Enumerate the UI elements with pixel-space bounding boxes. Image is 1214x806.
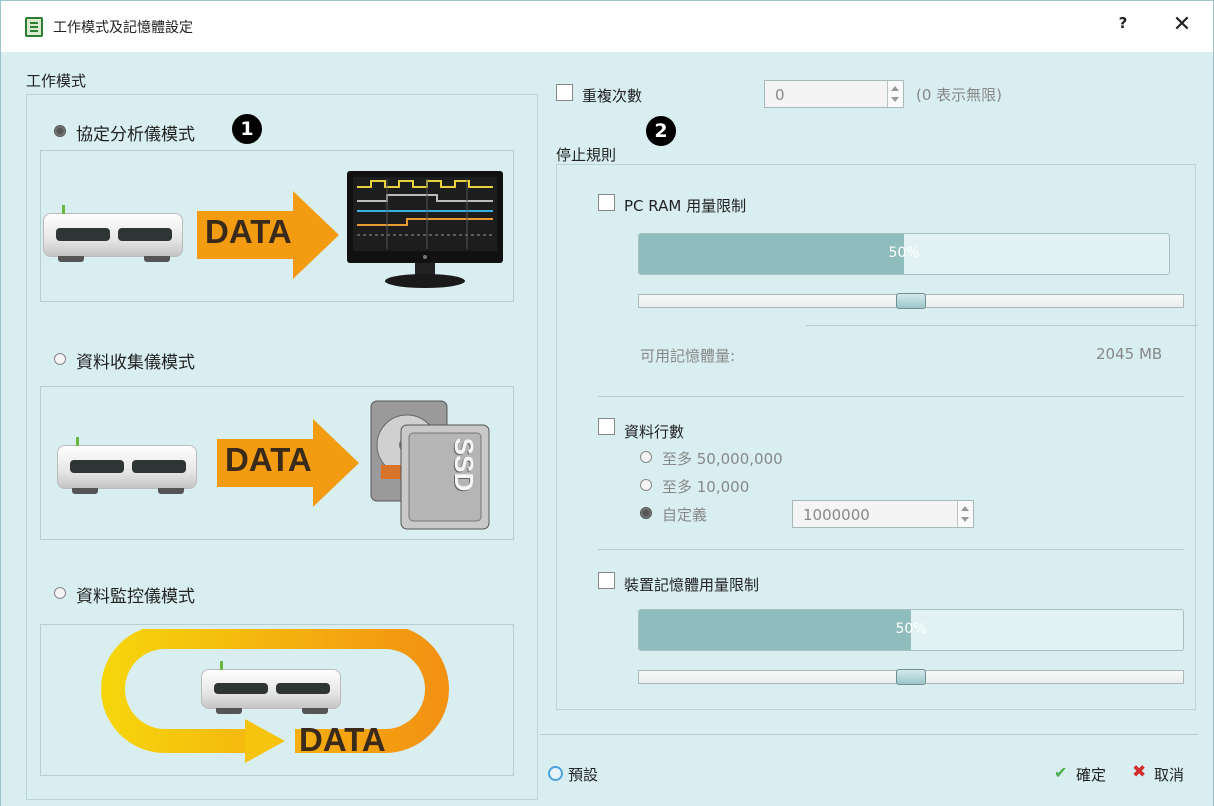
row-limit-option-10k[interactable]: 至多 10,000: [638, 474, 838, 498]
data-arrow-icon: DATA: [197, 191, 357, 279]
available-memory-value: 2045 MB: [1096, 345, 1163, 363]
device-icon: [201, 661, 341, 714]
mode-protocol-analyzer-image: DATA: [40, 150, 514, 302]
spinner-arrows-icon[interactable]: [887, 81, 903, 107]
radio-row-limit-50m[interactable]: [640, 451, 652, 463]
repeat-label: 重複次數: [582, 87, 643, 105]
step-badge-1: 1: [232, 114, 262, 144]
device-mem-checkbox[interactable]: [598, 572, 615, 589]
device-icon: [43, 205, 183, 262]
radio-protocol-analyzer[interactable]: [54, 125, 66, 137]
divider: [598, 396, 1184, 397]
mode-protocol-analyzer[interactable]: 協定分析儀模式: [52, 120, 302, 146]
radio-row-limit-10k[interactable]: [640, 479, 652, 491]
ok-button[interactable]: ✔ 確定: [1054, 763, 1118, 786]
stop-rules-label: 停止規則: [556, 146, 617, 164]
row-limit-option-50m[interactable]: 至多 50,000,000: [638, 446, 838, 470]
radio-data-logger[interactable]: [54, 353, 66, 365]
device-mem-progress: 50%: [638, 609, 1184, 651]
divider: [598, 549, 1184, 550]
radio-row-limit-custom[interactable]: [640, 507, 652, 519]
available-memory-label: 可用記憶體量:: [640, 347, 736, 365]
help-button[interactable]: ?: [1113, 14, 1133, 38]
storage-drive-icon: SSD: [367, 399, 491, 531]
step-badge-2: 2: [646, 116, 676, 146]
mode-data-monitor-image: DATA: [40, 624, 514, 776]
mode-data-logger-image: DATA SSD: [40, 386, 514, 540]
row-count-checkbox[interactable]: [598, 418, 615, 435]
device-icon: [57, 437, 197, 494]
cancel-button[interactable]: ✖ 取消: [1132, 762, 1196, 786]
device-mem-label: 裝置記憶體用量限制: [624, 576, 760, 594]
device-mem-slider-thumb[interactable]: [896, 669, 926, 685]
data-label: DATA: [299, 721, 386, 758]
device-mem-slider[interactable]: [638, 669, 1184, 685]
custom-row-count-spinner[interactable]: 1000000: [792, 500, 974, 528]
mode-data-logger-label: 資料收集儀模式: [76, 353, 195, 373]
spinner-arrows-icon[interactable]: [957, 501, 973, 527]
pc-ram-label: PC RAM 用量限制: [624, 197, 747, 215]
pc-ram-checkbox[interactable]: [598, 194, 615, 211]
monitor-icon: [347, 171, 503, 289]
divider: [540, 734, 1198, 735]
repeat-hint: (0 表示無限): [916, 86, 1003, 104]
work-mode-group-label: 工作模式: [26, 72, 87, 90]
default-icon: [548, 766, 563, 781]
cross-icon: ✖: [1132, 762, 1147, 782]
repeat-checkbox[interactable]: [556, 84, 573, 101]
mode-data-monitor[interactable]: 資料監控儀模式: [52, 582, 302, 608]
mode-protocol-analyzer-label: 協定分析儀模式: [76, 125, 195, 145]
row-limit-option-custom[interactable]: 自定義: [638, 502, 778, 526]
data-arrow-icon: DATA: [217, 419, 377, 507]
mode-data-logger[interactable]: 資料收集儀模式: [52, 348, 302, 374]
default-button[interactable]: 預設: [546, 764, 616, 786]
pc-ram-slider[interactable]: [638, 293, 1184, 309]
mode-data-monitor-label: 資料監控儀模式: [76, 587, 195, 607]
radio-data-monitor[interactable]: [54, 587, 66, 599]
close-button[interactable]: ✕: [1167, 11, 1197, 41]
pc-ram-slider-thumb[interactable]: [896, 293, 926, 309]
row-count-label: 資料行數: [624, 423, 685, 441]
window-title: 工作模式及記憶體設定: [53, 20, 193, 36]
repeat-count-spinner[interactable]: 0: [764, 80, 904, 108]
checkmark-icon: ✔: [1054, 763, 1068, 782]
document-icon: [25, 17, 43, 37]
pc-ram-progress: 50%: [638, 233, 1170, 275]
title-bar: 工作模式及記憶體設定 ? ✕: [0, 0, 1214, 52]
divider: [806, 325, 1198, 326]
